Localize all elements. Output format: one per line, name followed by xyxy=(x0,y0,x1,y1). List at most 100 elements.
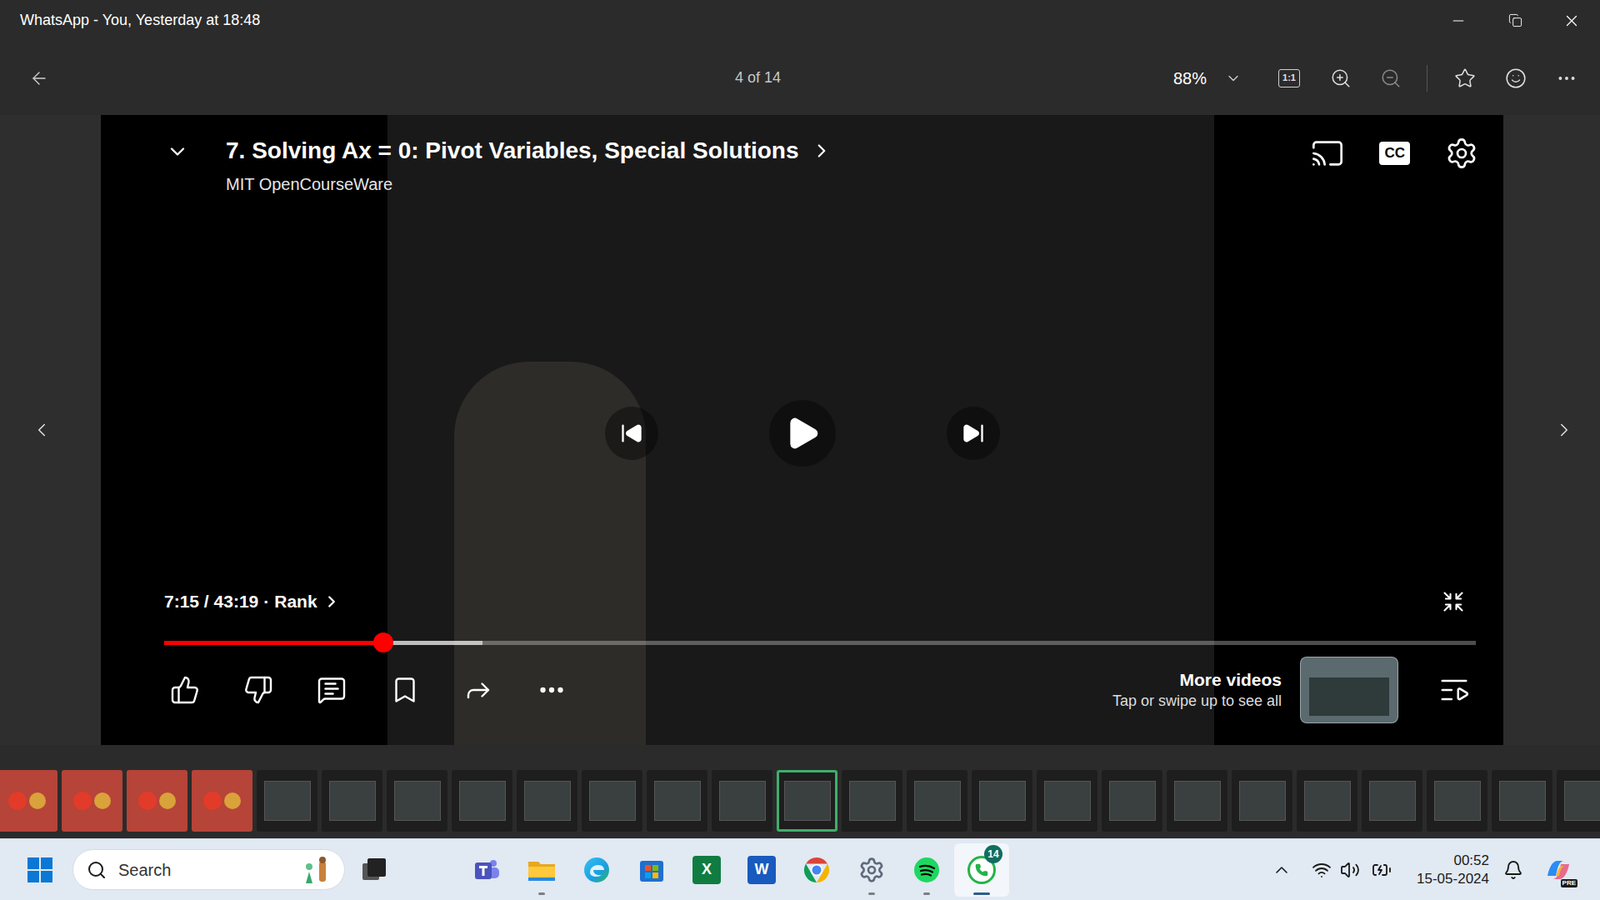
board-preview xyxy=(784,780,831,821)
task-view-button[interactable] xyxy=(346,846,402,894)
filmstrip-thumbnail[interactable] xyxy=(906,770,968,832)
taskbar-app[interactable]: W xyxy=(734,843,790,897)
filmstrip-thumbnail[interactable] xyxy=(516,770,578,832)
search-box[interactable]: Search xyxy=(72,849,345,890)
captions-button[interactable]: CC xyxy=(1379,141,1410,165)
more-videos-title: More videos xyxy=(1179,669,1282,691)
filmstrip-thumbnail[interactable] xyxy=(646,770,708,832)
running-indicator xyxy=(923,892,930,895)
copilot-button[interactable]: PRE xyxy=(1544,855,1573,885)
progress-thumb[interactable] xyxy=(373,632,394,653)
tomato xyxy=(224,792,241,810)
board-preview xyxy=(1044,780,1091,821)
clock[interactable]: 00:5215-05-2024 xyxy=(1402,851,1490,889)
filmstrip-thumbnail[interactable] xyxy=(61,770,123,832)
play-button[interactable] xyxy=(769,400,836,467)
filmstrip-thumbnail[interactable] xyxy=(1491,770,1553,832)
volume-icon xyxy=(1340,860,1360,880)
taskbar-app[interactable] xyxy=(789,843,845,897)
back-button[interactable] xyxy=(28,67,50,90)
previous-video-button[interactable] xyxy=(605,406,659,460)
favorite-button[interactable] xyxy=(1454,67,1476,90)
filmstrip-thumbnail[interactable] xyxy=(256,770,318,832)
filmstrip-thumbnail[interactable] xyxy=(1231,770,1293,832)
taskbar-app[interactable] xyxy=(569,843,625,897)
board-preview xyxy=(1564,780,1600,821)
filmstrip-thumbnail[interactable] xyxy=(126,770,188,832)
restore-button[interactable] xyxy=(1486,0,1544,41)
show-hidden-icons-button[interactable] xyxy=(1271,860,1292,880)
filmstrip-thumbnail[interactable] xyxy=(841,770,903,832)
photo-preview xyxy=(71,784,114,818)
save-button[interactable] xyxy=(390,675,420,705)
share-button[interactable] xyxy=(463,675,494,705)
more-button[interactable] xyxy=(1555,67,1578,90)
filmstrip-thumbnail[interactable] xyxy=(776,770,838,832)
close-button[interactable] xyxy=(1543,0,1600,41)
actual-size-button[interactable]: 1:1 xyxy=(1278,69,1300,88)
filmstrip-thumbnail[interactable] xyxy=(321,770,383,832)
filmstrip-thumbnail[interactable] xyxy=(1361,770,1423,832)
tomato xyxy=(159,792,176,810)
filmstrip-thumbnail[interactable] xyxy=(711,770,773,832)
tomato xyxy=(29,792,46,810)
filmstrip-thumbnail[interactable] xyxy=(0,770,58,832)
taskbar-app[interactable]: 14 xyxy=(954,843,1010,897)
react-button[interactable] xyxy=(1505,67,1527,90)
previous-image-button[interactable] xyxy=(30,419,53,441)
cast-button[interactable] xyxy=(1310,136,1345,170)
settings-button[interactable] xyxy=(1445,136,1479,170)
bookmark-icon xyxy=(390,675,420,705)
minimize-button[interactable] xyxy=(1430,0,1487,41)
notifications-button[interactable] xyxy=(1503,860,1524,880)
taskbar-app[interactable] xyxy=(899,843,955,897)
taskbar-app[interactable] xyxy=(624,843,680,897)
progress-track[interactable] xyxy=(164,640,1476,645)
chapter-title: Rank xyxy=(274,588,317,615)
more-actions-button[interactable] xyxy=(536,675,567,705)
next-video-button[interactable] xyxy=(946,406,1000,460)
filmstrip-thumbnail[interactable] xyxy=(386,770,448,832)
collapse-button[interactable] xyxy=(165,140,190,164)
filmstrip-thumbnail[interactable] xyxy=(1166,770,1228,832)
taskbar-app[interactable] xyxy=(459,843,515,897)
zoom-in-button[interactable] xyxy=(1330,67,1352,90)
taskbar-app[interactable] xyxy=(514,843,570,897)
volume-button[interactable] xyxy=(1340,860,1360,880)
filmstrip-thumbnail[interactable] xyxy=(1036,770,1098,832)
filmstrip-thumbnail[interactable] xyxy=(971,770,1033,832)
running-indicator xyxy=(868,892,875,895)
filmstrip-thumbnail[interactable] xyxy=(1556,770,1600,832)
board-preview xyxy=(1434,780,1481,821)
clock-time: 00:52 xyxy=(1453,851,1490,870)
battery-button[interactable] xyxy=(1371,860,1392,880)
search-icon xyxy=(86,860,107,880)
toolbar-left xyxy=(0,67,735,90)
like-button[interactable] xyxy=(170,675,200,705)
restore-icon xyxy=(1508,13,1523,28)
smile-icon xyxy=(1505,67,1527,90)
filmstrip-thumbnail[interactable] xyxy=(581,770,643,832)
comments-button[interactable] xyxy=(316,675,347,705)
filmstrip-thumbnail[interactable] xyxy=(1101,770,1163,832)
start-button[interactable] xyxy=(12,846,68,894)
network-button[interactable] xyxy=(1311,860,1332,880)
queue-button[interactable] xyxy=(1438,674,1470,706)
search-highlight-icon xyxy=(300,855,335,885)
next-image-button[interactable] xyxy=(1553,419,1575,441)
taskbar: Search XW 14 00:5215-05-2024 PRE xyxy=(0,838,1600,900)
filmstrip-thumbnail[interactable] xyxy=(451,770,513,832)
dislike-button[interactable] xyxy=(243,675,274,705)
taskbar-app[interactable] xyxy=(844,843,900,897)
chevron-down-icon xyxy=(165,140,190,164)
filmstrip-thumbnail[interactable] xyxy=(191,770,253,832)
filmstrip-thumbnail[interactable] xyxy=(1426,770,1488,832)
zoom-out-button[interactable] xyxy=(1380,67,1402,90)
exit-fullscreen-button[interactable] xyxy=(1441,590,1465,614)
filmstrip-thumbnail[interactable] xyxy=(1296,770,1358,832)
more-videos[interactable]: More videosTap or swipe up to see all xyxy=(1112,656,1470,724)
taskbar-app[interactable]: X xyxy=(679,843,735,897)
skip-forward-icon xyxy=(961,421,985,445)
zoom-dropdown[interactable]: 88% xyxy=(1173,65,1242,91)
time-and-chapter[interactable]: 7:15 / 43:19·Rank xyxy=(164,588,341,615)
